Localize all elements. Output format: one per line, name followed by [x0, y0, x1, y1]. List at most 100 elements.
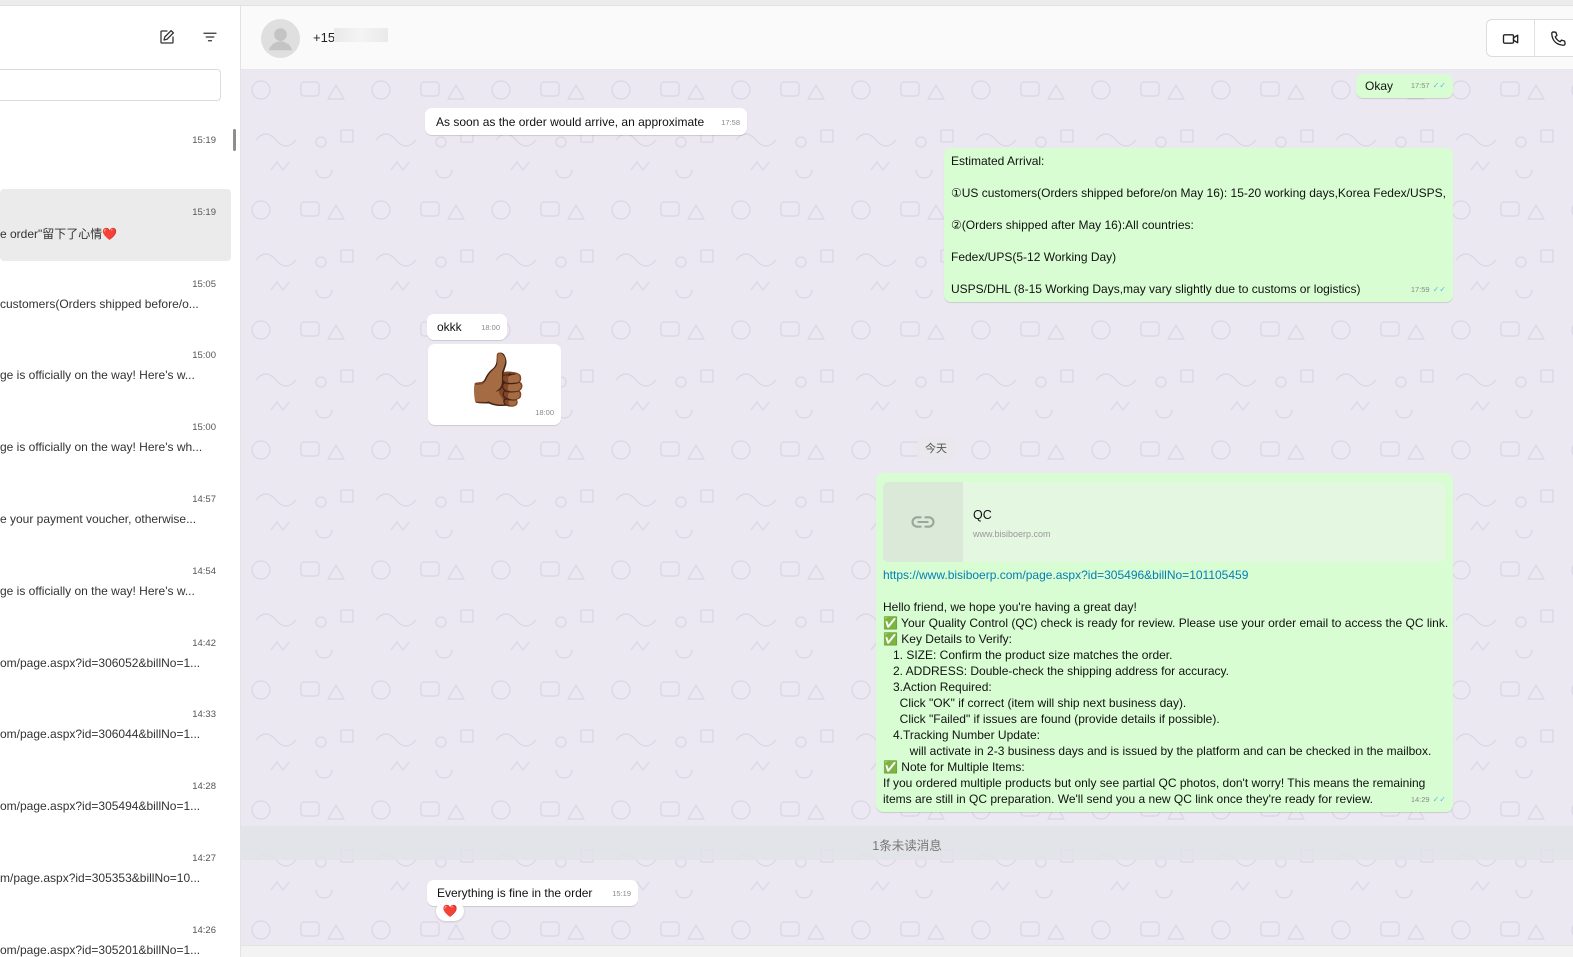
chat-preview: om/page.aspx?id=306052&billNo=1... — [0, 655, 201, 670]
message-time: 14:29 — [1410, 795, 1430, 804]
message-line: 4.Tracking Number Update: — [883, 728, 1040, 742]
message-text: okkk — [437, 320, 462, 334]
message-time: 17:57 — [1410, 81, 1430, 90]
message-text: Okay — [1365, 79, 1394, 93]
chat-time: 14:57 — [192, 493, 216, 505]
message-line: 1. SIZE: Confirm the product size matche… — [883, 648, 1173, 662]
message-line: If you ordered multiple products but onl… — [883, 776, 1426, 790]
message-text-block: Estimated Arrival: ①US customers(Orders … — [951, 153, 1446, 297]
chat-preview: om/page.aspx?id=305201&billNo=1... — [0, 942, 201, 957]
chat-time: 14:27 — [192, 852, 216, 864]
chat-time: 14:54 — [192, 565, 216, 577]
read-receipt-icon: ✓✓ — [1432, 285, 1446, 294]
chat-list-item[interactable]: 15:19 — [0, 117, 231, 189]
message-line: ②(Orders shipped after May 16):All count… — [951, 218, 1194, 232]
composer-bar[interactable] — [241, 945, 1573, 957]
thumbs-up-icon: 👍🏾 — [465, 351, 530, 409]
divider — [1534, 20, 1535, 56]
chat-preview: customers(Orders shipped before/o... — [0, 296, 199, 311]
message-time: 17:58 — [721, 118, 740, 127]
chat-preview: m/page.aspx?id=305353&billNo=10... — [0, 870, 201, 885]
conversation-header: +15 — [241, 6, 1573, 70]
contact-name[interactable]: +15 — [313, 30, 335, 45]
chat-list-item[interactable]: 15:00 ge is officially on the way! Here'… — [0, 404, 231, 476]
chat-list-sidebar: 15:19 15:19 e order"留下了心情❤️ 15:05 custom… — [0, 6, 241, 957]
chat-preview: ge is officially on the way! Here's wh..… — [0, 440, 203, 455]
conversation-panel: +15 Okay 17:57 ✓✓ As soon as the order w… — [241, 6, 1573, 957]
message-list[interactable]: Okay 17:57 ✓✓ As soon as the order would … — [241, 70, 1573, 945]
search-input[interactable] — [0, 69, 221, 101]
message-meta: 17:59 ✓✓ — [1411, 282, 1446, 298]
link-thumbnail — [883, 482, 963, 562]
message-line: items are still in QC preparation. We'll… — [883, 792, 1373, 806]
message-line: ✅ Note for Multiple Items: — [883, 760, 1025, 774]
message-bubble-outgoing[interactable]: Estimated Arrival: ①US customers(Orders … — [944, 148, 1453, 302]
read-receipt-icon: ✓✓ — [1432, 795, 1446, 804]
chat-time: 15:19 — [192, 135, 216, 146]
message-meta: 17:57 ✓✓ — [1411, 78, 1446, 94]
link-title: QC — [973, 508, 992, 522]
chat-time: 14:42 — [192, 637, 216, 649]
chat-time: 14:28 — [192, 781, 216, 793]
avatar[interactable] — [261, 19, 300, 58]
sidebar-header — [0, 6, 240, 68]
unread-divider-label: 1条未读消息 — [872, 839, 942, 853]
message-line: 2. ADDRESS: Double-check the shipping ad… — [883, 664, 1229, 678]
message-line: 3.Action Required: — [883, 680, 992, 694]
message-time: 18:00 — [481, 323, 500, 332]
chat-preview: ge is officially on the way! Here's w... — [0, 583, 195, 598]
read-receipt-icon: ✓✓ — [1432, 81, 1446, 90]
chat-list-item[interactable]: 14:54 ge is officially on the way! Here'… — [0, 548, 231, 620]
chat-list-item[interactable]: 14:26 om/page.aspx?id=305201&billNo=1... — [0, 907, 231, 957]
message-line: Click "OK" if correct (item will ship ne… — [883, 696, 1187, 710]
video-camera-icon[interactable] — [1501, 29, 1521, 49]
chat-list-item[interactable]: 14:27 m/page.aspx?id=305353&billNo=10... — [0, 835, 231, 907]
message-time: 15:19 — [612, 889, 631, 898]
link-preview-card[interactable]: QC www.bisiboerp.com — [883, 482, 1445, 562]
message-text-block: https://www.bisiboerp.com/page.aspx?id=3… — [883, 567, 1448, 807]
chat-list: 15:19 15:19 e order"留下了心情❤️ 15:05 custom… — [0, 117, 240, 957]
chat-time: 15:00 — [192, 350, 216, 362]
chat-time: 14:33 — [192, 709, 216, 721]
message-bubble-outgoing[interactable]: QC www.bisiboerp.com https://www.bisiboe… — [876, 473, 1453, 812]
message-text: Everything is fine in the order — [437, 886, 593, 900]
chat-time: 15:19 — [192, 206, 216, 218]
chat-list-item[interactable]: 14:28 om/page.aspx?id=305494&billNo=1... — [0, 763, 231, 835]
new-chat-icon[interactable] — [158, 28, 176, 46]
chat-list-item[interactable]: 14:57 e your payment voucher, otherwise.… — [0, 476, 231, 548]
chat-preview: e order"留下了心情❤️ — [0, 226, 118, 241]
filter-icon[interactable] — [201, 28, 219, 46]
message-bubble-incoming[interactable]: As soon as the order would arrive, an ap… — [425, 108, 747, 135]
heart-reaction-icon[interactable]: ❤️ — [436, 901, 464, 921]
message-time: 17:59 — [1410, 285, 1430, 294]
message-link[interactable]: https://www.bisiboerp.com/page.aspx?id=3… — [883, 567, 1448, 583]
chat-list-item-active[interactable]: 15:19 e order"留下了心情❤️ — [0, 188, 231, 261]
message-line: Fedex/UPS(5-12 Working Day) — [951, 250, 1117, 264]
chat-list-item[interactable]: 15:05 customers(Orders shipped before/o.… — [0, 261, 231, 333]
message-bubble-incoming[interactable]: okkk 18:00 — [427, 314, 507, 340]
message-line: USPS/DHL (8-15 Working Days,may vary sli… — [951, 282, 1361, 296]
call-button-group — [1486, 19, 1573, 57]
chat-preview: e your payment voucher, otherwise... — [0, 511, 197, 526]
chat-list-item[interactable]: 15:00 ge is officially on the way! Here'… — [0, 332, 231, 404]
message-line: Hello friend, we hope you're having a gr… — [883, 600, 1137, 614]
message-time: 18:00 — [535, 408, 554, 417]
chat-time: 15:00 — [192, 422, 216, 434]
default-avatar-icon — [268, 28, 293, 51]
message-bubble-outgoing[interactable]: Okay 17:57 ✓✓ — [1356, 74, 1453, 98]
chat-preview: om/page.aspx?id=305494&billNo=1... — [0, 799, 201, 814]
message-meta: 14:29 ✓✓ — [1411, 792, 1446, 808]
redacted-phone-mask — [334, 28, 388, 42]
phone-icon[interactable] — [1548, 29, 1568, 49]
message-line: Click "Failed" if issues are found (prov… — [883, 712, 1220, 726]
chat-list-item[interactable]: 14:33 om/page.aspx?id=306044&billNo=1... — [0, 691, 231, 763]
chat-list-item[interactable]: 14:42 om/page.aspx?id=306052&billNo=1... — [0, 620, 231, 692]
chat-time: 14:26 — [192, 924, 216, 936]
message-bubble-emoji[interactable]: 👍🏾 18:00 — [428, 344, 561, 425]
message-line: ①US customers(Orders shipped before/on M… — [951, 186, 1446, 200]
chat-preview: om/page.aspx?id=306044&billNo=1... — [0, 727, 201, 742]
